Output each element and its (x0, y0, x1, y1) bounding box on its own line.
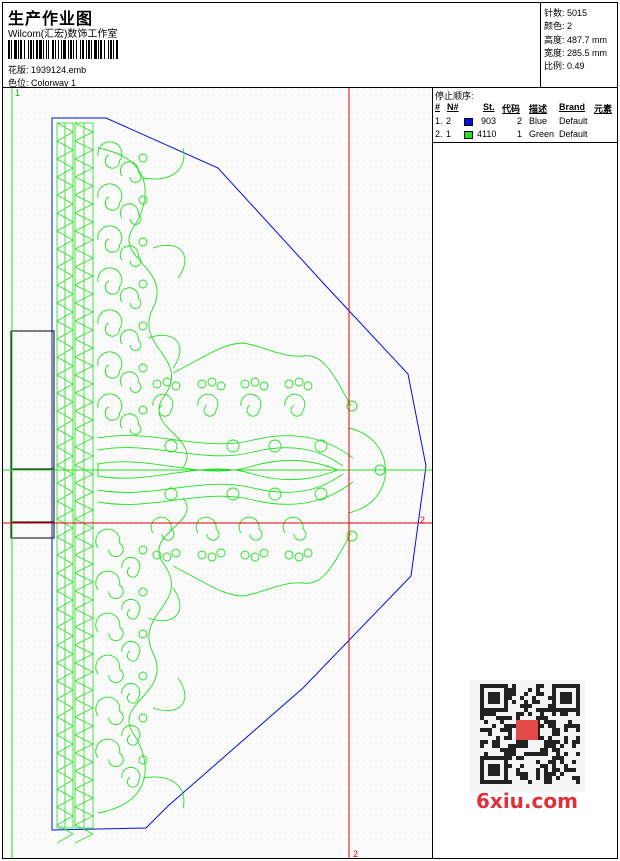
table-row[interactable]: 2. 1 4110 1 Green Default (433, 129, 617, 142)
design-file-label: 花版: (8, 65, 29, 75)
color-swatch (464, 118, 473, 126)
guide-label-top: 1 (15, 88, 20, 98)
stats-panel: 针数: 5015 颜色: 2 高度: 487.7 mm 宽度: 285.5 mm… (540, 2, 618, 88)
col-header-code: 代码 (502, 104, 521, 114)
header-info-panel: 生产作业图 Wilcom(汇宏)数饰工作室 花版: 1939124.emb 色位… (2, 2, 541, 88)
col-header-desc: 描述 (529, 104, 548, 114)
stat-height: 高度: 487.7 mm (544, 35, 608, 45)
divider (433, 142, 617, 143)
color-swatch (464, 131, 473, 139)
design-canvas[interactable]: 1 2 2 (2, 87, 433, 859)
guide-label-bottom: 2 (353, 849, 358, 858)
stop-sequence-title: 停止顺序: (435, 91, 474, 101)
col-header-brand: Brand (559, 102, 586, 112)
stat-colors: 颜色: 2 (544, 21, 573, 31)
stat-width: 宽度: 285.5 mm (544, 48, 608, 58)
stat-stitches: 针数: 5015 (544, 8, 588, 18)
design-file-line: 花版: 1939124.emb (8, 63, 86, 76)
barcode-icon (8, 40, 118, 59)
production-sheet: 生产作业图 Wilcom(汇宏)数饰工作室 花版: 1939124.emb 色位… (0, 0, 620, 861)
col-header-elem: 元素 (594, 104, 613, 114)
embroidery-design: 1 2 2 (3, 88, 432, 858)
col-header-st: St. (483, 102, 495, 112)
col-header-n: N# (447, 102, 459, 112)
studio-name: Wilcom(汇宏)数饰工作室 (8, 29, 118, 40)
col-header-num: # (435, 102, 441, 112)
watermark-logo: 6xiu.com (476, 789, 578, 813)
grid-background (3, 88, 432, 858)
guide-label-right: 2 (420, 515, 425, 525)
stat-scale: 比例: 0.49 (544, 61, 585, 71)
design-file-value: 1939124.emb (31, 65, 87, 75)
table-row[interactable]: 1. 2 903 2 Blue Default (433, 116, 617, 129)
